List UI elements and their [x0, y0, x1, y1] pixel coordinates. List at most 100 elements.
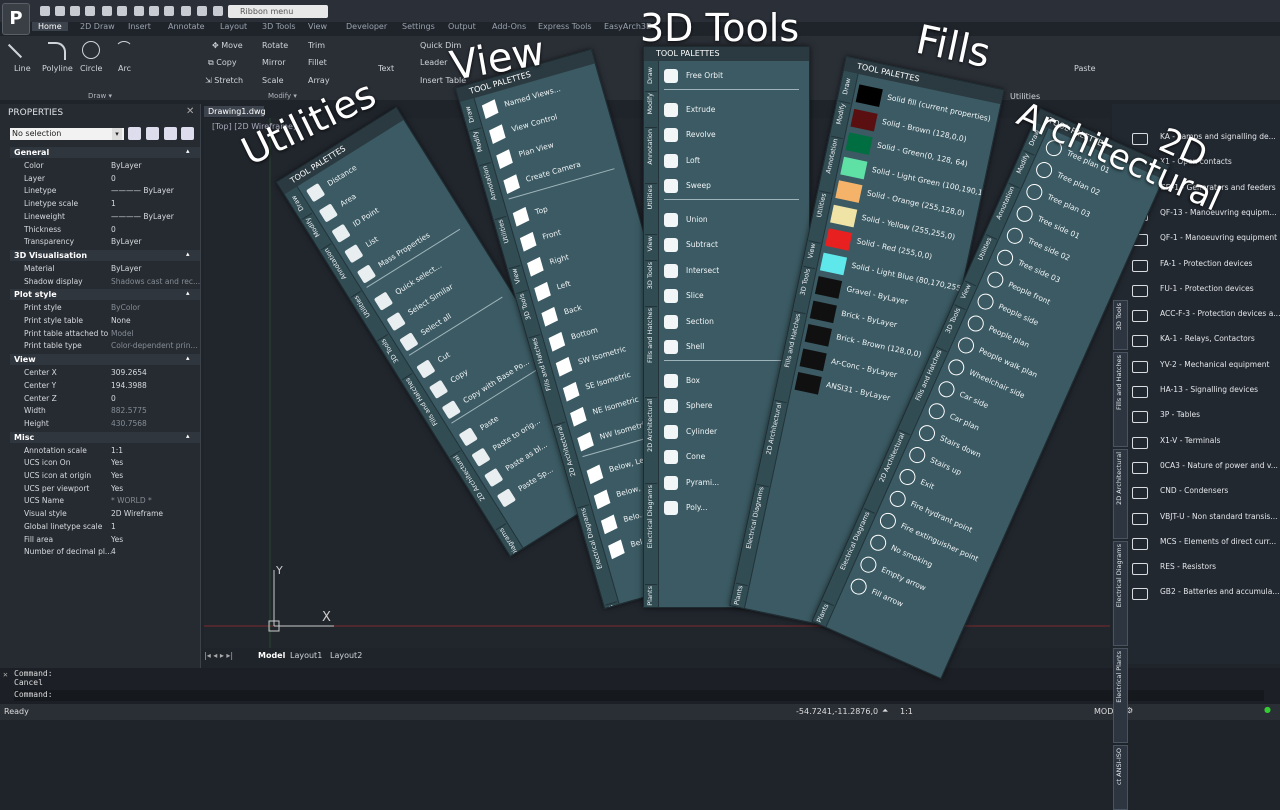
tab-2d-draw[interactable]: 2D Draw	[80, 22, 115, 31]
undo-icon[interactable]	[102, 6, 112, 16]
property-value[interactable]: 194.3988	[111, 380, 147, 392]
palette-tool-item[interactable]: Select all	[419, 311, 453, 337]
palette-tool-item[interactable]: No smoking	[890, 543, 934, 569]
palette-tool-item[interactable]: QF-13 - Manoeuvring equipm...	[1160, 208, 1277, 217]
tab-insert[interactable]: Insert	[128, 22, 151, 31]
arc-button[interactable]: Arc	[118, 64, 131, 73]
palette-side-tab[interactable]: Draw	[645, 65, 657, 92]
search-input[interactable]: Ribbon menu	[228, 5, 328, 18]
property-row[interactable]: UCS icon at origin Yes	[24, 470, 194, 482]
property-row[interactable]: Center Y 194.3988	[24, 380, 194, 392]
redo-icon[interactable]	[117, 6, 127, 16]
palette-tool-item[interactable]: QF-1 - Manoeuvring equipment	[1160, 233, 1277, 242]
palette-tool-item[interactable]: Tree side 02	[1026, 236, 1071, 263]
plot-preview-icon[interactable]	[164, 6, 174, 16]
palette-tool-item[interactable]: YV-2 - Mechanical equipment	[1160, 360, 1269, 369]
palette-tool-item[interactable]: Loft	[686, 156, 700, 165]
tab-express-tools[interactable]: Express Tools	[538, 22, 592, 31]
properties-section-header[interactable]: Plot style	[10, 289, 200, 301]
palette-tool-item[interactable]: Copy	[449, 367, 470, 385]
palette-tool-item[interactable]: SW Isometric	[577, 344, 627, 366]
fillet-button[interactable]: Fillet	[308, 58, 327, 67]
property-row[interactable]: UCS icon On Yes	[24, 457, 194, 469]
close-icon[interactable]: ✕	[186, 106, 194, 117]
palette-tool-item[interactable]: Stairs down	[939, 433, 983, 459]
property-row[interactable]: Center Z 0	[24, 393, 194, 405]
property-row[interactable]: Global linetype scale 1	[24, 521, 194, 533]
palette-side-tab[interactable]: Electrical Plants	[645, 584, 657, 607]
palette-tool-item[interactable]: Section	[686, 317, 714, 326]
paste-button[interactable]: Paste	[1074, 64, 1096, 73]
tab-annotate[interactable]: Annotate	[168, 22, 205, 31]
app-logo[interactable]: P	[2, 3, 30, 35]
selection-dropdown[interactable]: No selection	[10, 128, 124, 140]
tab-settings[interactable]: Settings	[402, 22, 435, 31]
palette-tool-item[interactable]: Tree plan 03	[1046, 192, 1092, 219]
palette-tool-item[interactable]: View Control	[510, 112, 558, 134]
palette-tool-item[interactable]: ANSI31 - ByLayer	[825, 380, 891, 402]
palette-tool-item[interactable]: Named Views...	[503, 84, 561, 109]
print-icon[interactable]	[149, 6, 159, 16]
property-value[interactable]: 2D Wireframe	[111, 508, 163, 520]
property-row[interactable]: UCS per viewport Yes	[24, 483, 194, 495]
tab-layout1[interactable]: Layout1	[290, 651, 322, 660]
move-button[interactable]: ✥ Move	[212, 41, 243, 50]
palette-tool-item[interactable]: List	[364, 235, 380, 250]
property-row[interactable]: Number of decimal pl... 4	[24, 546, 194, 558]
palette-tool-item[interactable]: Exit	[919, 477, 936, 491]
palette-tool-item[interactable]: Solid - Red (255,0,0)	[856, 236, 933, 261]
chevron-up-icon[interactable]: ▴	[186, 289, 190, 297]
palette-tool-item[interactable]: Left	[556, 279, 572, 292]
palette-tool-item[interactable]: RES - Resistors	[1160, 562, 1216, 571]
property-row[interactable]: Annotation scale 1:1	[24, 445, 194, 457]
tab-add-ons[interactable]: Add-Ons	[492, 22, 526, 31]
draw-group-label[interactable]: Draw ▾	[88, 92, 112, 100]
property-value[interactable]: ByLayer	[111, 160, 142, 172]
property-row[interactable]: Print style ByColor	[24, 302, 194, 314]
property-value[interactable]: Color-dependent prin...	[111, 340, 198, 352]
tab-home[interactable]: Home	[32, 22, 68, 31]
property-value[interactable]: Shadows cast and rec...	[111, 276, 200, 288]
palette-tool-item[interactable]: Cone	[686, 452, 705, 461]
property-row[interactable]: Linetype scale 1	[24, 198, 194, 210]
palette-tool-item[interactable]: ACC-F-3 - Protection devices a...	[1160, 309, 1280, 318]
property-row[interactable]: Visual style 2D Wireframe	[24, 508, 194, 520]
close-icon[interactable]: ✕	[3, 670, 8, 679]
line-button[interactable]: Line	[14, 64, 31, 73]
palette-side-tab[interactable]: Annotation	[645, 127, 657, 184]
palette-tool-item[interactable]: NE Isometric	[591, 395, 639, 417]
match-properties-icon[interactable]	[181, 6, 191, 16]
tab-view[interactable]: View	[308, 22, 327, 31]
palette-tool-item[interactable]: Right	[548, 252, 569, 266]
property-row[interactable]: Transparency ByLayer	[24, 236, 194, 248]
palette-side-tab[interactable]: 3D Tools	[645, 260, 657, 307]
palette-tool-item[interactable]: People side	[997, 302, 1040, 328]
palette-tool-item[interactable]: Tree side 03	[1017, 258, 1062, 285]
tab-developer[interactable]: Developer	[346, 22, 387, 31]
scale-button[interactable]: Scale	[262, 76, 284, 85]
palette-tool-item[interactable]: SE Isometric	[584, 370, 631, 392]
palette-tool-item[interactable]: Shell	[686, 342, 704, 351]
palette-tool-item[interactable]: Copy with Base Po...	[461, 357, 530, 405]
property-row[interactable]: Print table type Color-dependent prin...	[24, 340, 198, 352]
palette-tool-item[interactable]: CND - Condensers	[1160, 486, 1228, 495]
palette-tool-item[interactable]: Distance	[326, 163, 359, 188]
property-value[interactable]: Model	[111, 328, 134, 340]
palette-tool-item[interactable]: 3P - Tables	[1160, 410, 1200, 419]
property-row[interactable]: Center X 309.2654	[24, 367, 194, 379]
property-value[interactable]: Yes	[111, 470, 123, 482]
property-value[interactable]: 430.7568	[111, 418, 147, 430]
palette-tool-item[interactable]: Brick - Brown (128,0,0)	[836, 332, 923, 359]
save-as-icon[interactable]	[85, 6, 95, 16]
property-row[interactable]: Print style table None	[24, 315, 194, 327]
save-icon[interactable]	[70, 6, 80, 16]
open-file-icon[interactable]	[55, 6, 65, 16]
leader-button[interactable]: Leader	[420, 58, 447, 67]
palette-tool-item[interactable]: Brick - ByLayer	[841, 308, 898, 329]
property-value[interactable]: 0	[111, 173, 116, 185]
palette-tool-item[interactable]: Fill arrow	[870, 587, 904, 609]
toggle-pickadd-icon[interactable]	[128, 127, 141, 140]
property-value[interactable]: 0	[111, 393, 116, 405]
properties-section-header[interactable]: General	[10, 147, 200, 158]
palette-tool-item[interactable]: Empty arrow	[880, 565, 927, 593]
